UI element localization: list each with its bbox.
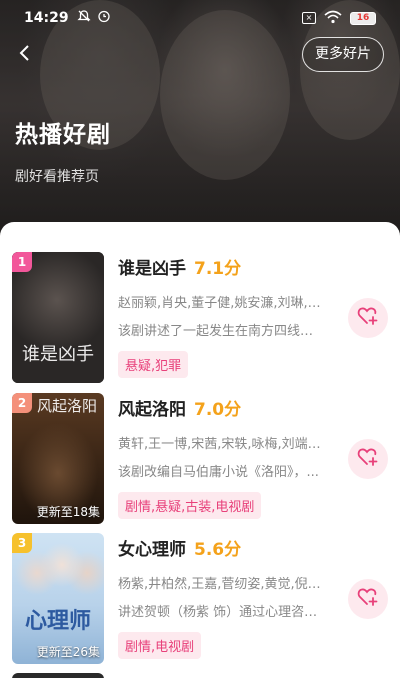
show-cast: 黄轩,王一博,宋茜,宋轶,咏梅,刘端端... xyxy=(118,437,324,452)
favorite-button[interactable] xyxy=(348,579,388,619)
show-cast: 杨紫,井柏然,王嘉,菅纫姿,黄觉,倪萍... xyxy=(118,577,324,592)
heart-plus-icon xyxy=(357,587,379,611)
poster-thumbnail[interactable]: 2 风起洛阳 更新至18集 xyxy=(12,393,104,524)
page-title: 热播好剧 xyxy=(15,122,111,148)
show-cast: 赵丽颖,肖央,董子健,姚安濂,刘琳,常... xyxy=(118,296,324,311)
poster-thumbnail[interactable] xyxy=(12,673,104,678)
page-subtitle: 剧好看推荐页 xyxy=(15,169,99,185)
heart-plus-icon xyxy=(357,447,379,471)
show-score: 7.1分 xyxy=(194,259,242,279)
poster-thumbnail[interactable]: 3 心理师 更新至26集 xyxy=(12,533,104,664)
show-title[interactable]: 风起洛阳 xyxy=(118,395,186,420)
poster-title-art: 心理师 xyxy=(24,608,91,634)
show-info: 女心理师 5.6分 杨紫,井柏然,王嘉,菅纫姿,黄觉,倪萍... 讲述贺顿（杨紫… xyxy=(118,533,334,659)
status-bar: 14:29 × 16 xyxy=(0,0,400,36)
show-title[interactable]: 女心理师 xyxy=(118,535,186,560)
back-button[interactable] xyxy=(10,40,40,70)
show-title[interactable]: 谁是凶手 xyxy=(118,254,186,279)
title-row: 谁是凶手 7.1分 xyxy=(118,254,334,282)
favorite-button[interactable] xyxy=(348,298,388,338)
list-item[interactable]: 3 心理师 更新至26集 女心理师 5.6分 杨紫,井柏然,王嘉,菅纫姿,黄觉,… xyxy=(12,533,388,667)
rank-badge: 2 xyxy=(12,393,32,413)
title-row: 风起洛阳 7.0分 xyxy=(118,395,334,423)
rank-badge: 1 xyxy=(12,252,32,272)
mute-icon xyxy=(77,9,91,27)
list-item[interactable]: 1 谁是凶手 谁是凶手 7.1分 赵丽颖,肖央,董子健,姚安濂,刘琳,常... … xyxy=(12,252,388,386)
show-info: 谁是凶手 7.1分 赵丽颖,肖央,董子健,姚安濂,刘琳,常... 该剧讲述了一起… xyxy=(118,252,334,378)
status-right-group: × 16 xyxy=(302,9,376,28)
show-description: 讲述贺顿（杨紫 饰）通过心理咨询... xyxy=(118,605,324,620)
more-shows-button[interactable]: 更多好片 xyxy=(302,37,384,72)
episode-badge: 更新至18集 xyxy=(36,505,100,519)
show-description: 该剧讲述了一起发生在南方四线小... xyxy=(118,324,324,339)
battery-icon: 16 xyxy=(350,11,376,25)
genre-tags: 悬疑,犯罪 xyxy=(118,351,189,378)
status-time: 14:29 xyxy=(24,10,69,26)
list-item[interactable]: 2 风起洛阳 更新至18集 风起洛阳 7.0分 黄轩,王一博,宋茜,宋轶,咏梅,… xyxy=(12,393,388,527)
favorite-button[interactable] xyxy=(348,439,388,479)
poster-thumbnail[interactable]: 1 谁是凶手 xyxy=(12,252,104,383)
wifi-icon xyxy=(324,9,342,28)
show-info: 风起洛阳 7.0分 黄轩,王一博,宋茜,宋轶,咏梅,刘端端... 该剧改编自马伯… xyxy=(118,393,334,519)
show-score: 7.0分 xyxy=(194,400,242,420)
list-item[interactable] xyxy=(12,673,388,678)
show-score: 5.6分 xyxy=(194,540,242,560)
genre-tags: 剧情,悬疑,古装,电视剧 xyxy=(118,492,262,519)
alarm-icon xyxy=(97,9,111,27)
sim-icon: × xyxy=(302,12,316,24)
rank-badge: 3 xyxy=(12,533,32,553)
genre-tags: 剧情,电视剧 xyxy=(118,632,202,659)
poster-title-art: 谁是凶手 xyxy=(22,344,94,365)
title-row: 女心理师 5.6分 xyxy=(118,535,334,563)
heart-plus-icon xyxy=(357,306,379,330)
show-list: 1 谁是凶手 谁是凶手 7.1分 赵丽颖,肖央,董子健,姚安濂,刘琳,常... … xyxy=(0,222,400,678)
show-description: 该剧改编自马伯庸小说《洛阳》，... xyxy=(118,465,319,480)
chevron-left-icon xyxy=(18,44,32,66)
episode-badge: 更新至26集 xyxy=(36,645,100,659)
